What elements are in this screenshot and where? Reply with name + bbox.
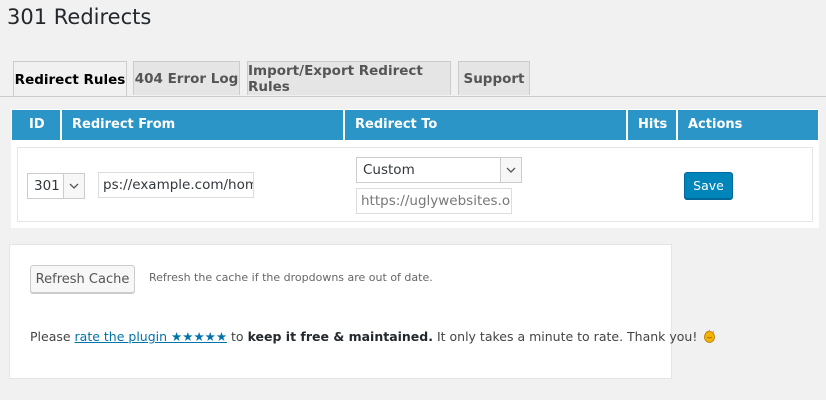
chevron-down-icon xyxy=(500,158,521,182)
rating-prefix: Please xyxy=(30,329,75,344)
rating-bold-text: keep it free & maintained. xyxy=(247,329,433,344)
tab-404-error-log[interactable]: 404 Error Log xyxy=(133,61,240,95)
status-code-select[interactable]: 301 xyxy=(27,173,85,199)
tab-support[interactable]: Support xyxy=(458,61,530,95)
tab-redirect-rules[interactable]: Redirect Rules xyxy=(13,61,127,97)
page-title: 301 Redirects xyxy=(7,5,152,29)
tabs-divider xyxy=(0,96,826,97)
clapping-hands-icon xyxy=(701,328,717,347)
rating-suffix: It only takes a minute to rate. Thank yo… xyxy=(432,329,698,344)
rating-middle: to xyxy=(227,329,248,344)
table-header: ID Redirect From Redirect To Hits Action… xyxy=(12,110,818,140)
save-button[interactable]: Save xyxy=(684,172,733,199)
chevron-down-icon xyxy=(63,174,84,198)
column-header-hits: Hits xyxy=(628,110,678,140)
redirect-to-url-input[interactable]: https://uglywebsites.org xyxy=(356,188,512,214)
refresh-cache-button[interactable]: Refresh Cache xyxy=(30,265,135,293)
redirect-to-type-select[interactable]: Custom xyxy=(356,157,522,183)
redirect-from-input[interactable]: ps://example.com/home xyxy=(98,172,254,198)
rate-plugin-link[interactable]: rate the plugin ★★★★★ xyxy=(75,329,228,344)
column-header-actions: Actions xyxy=(688,117,743,132)
column-header-redirect-from: Redirect From xyxy=(62,110,345,140)
tab-import-export[interactable]: Import/Export Redirect Rules xyxy=(247,61,451,95)
status-code-value: 301 xyxy=(34,178,60,194)
rating-message: Please rate the plugin ★★★★★ to keep it … xyxy=(30,328,717,347)
redirect-to-type-value: Custom xyxy=(363,162,415,178)
refresh-cache-help-text: Refresh the cache if the dropdowns are o… xyxy=(149,271,433,284)
column-header-redirect-to: Redirect To xyxy=(345,110,628,140)
column-header-id: ID xyxy=(12,110,62,140)
